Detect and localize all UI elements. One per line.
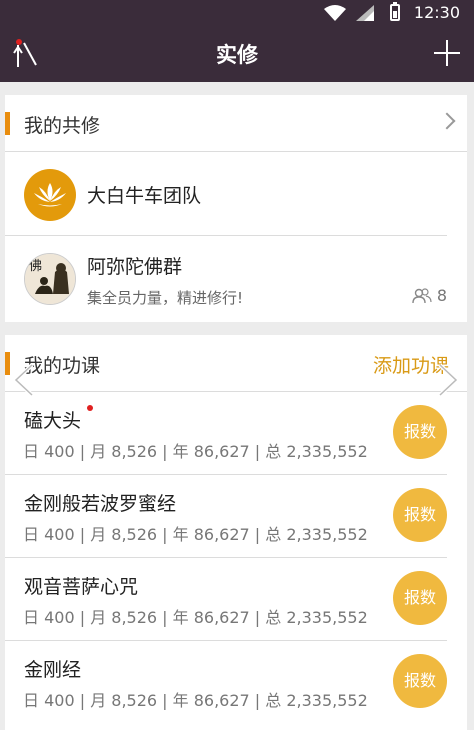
report-button[interactable]: 报数 xyxy=(393,405,447,459)
course-stats: 日 400 | 月 8,526 | 年 86,627 | 总 2,335,552 xyxy=(23,525,368,544)
status-time: 12:30 xyxy=(413,3,460,22)
unread-dot xyxy=(87,405,93,411)
section-title: 我的共修 xyxy=(24,115,101,137)
avatar-glyph: 佛 xyxy=(29,259,42,274)
shared-practice-card: 我的共修 大白牛车团队 佛 阿弥陀佛群 集全员力量，精进修行! 8 xyxy=(5,95,467,322)
group-name: 阿弥陀佛群 xyxy=(87,256,183,278)
course-item[interactable]: 金刚经 日 400 | 月 8,526 | 年 86,627 | 总 2,335… xyxy=(5,641,447,724)
member-count-value: 8 xyxy=(436,286,447,305)
course-stats: 日 400 | 月 8,526 | 年 86,627 | 总 2,335,552 xyxy=(23,442,368,461)
section-accent xyxy=(5,112,10,135)
members-icon xyxy=(412,287,432,303)
course-name: 金刚经 xyxy=(24,659,82,681)
course-stats: 日 400 | 月 8,526 | 年 86,627 | 总 2,335,552 xyxy=(23,608,368,627)
courses-header: 我的功课 添加功课 xyxy=(5,335,467,392)
add-icon[interactable] xyxy=(434,40,460,66)
app-header: 实修 xyxy=(0,25,474,82)
report-button[interactable]: 报数 xyxy=(393,571,447,625)
group-description: 集全员力量，精进修行! xyxy=(87,289,244,307)
course-name: 金刚般若波罗蜜经 xyxy=(24,493,177,515)
group-item[interactable]: 大白牛车团队 xyxy=(5,152,447,236)
report-button[interactable]: 报数 xyxy=(393,654,447,708)
arrow-left-icon[interactable] xyxy=(12,363,36,397)
arrow-right-icon[interactable] xyxy=(436,363,460,397)
course-name: 观音菩萨心咒 xyxy=(24,576,139,598)
group-name: 大白牛车团队 xyxy=(87,185,202,207)
course-item[interactable]: 金刚般若波罗蜜经 日 400 | 月 8,526 | 年 86,627 | 总 … xyxy=(5,475,447,558)
section-accent xyxy=(5,352,10,375)
lotus-icon xyxy=(34,183,66,207)
battery-icon xyxy=(390,4,400,21)
course-stats: 日 400 | 月 8,526 | 年 86,627 | 总 2,335,552 xyxy=(23,691,368,710)
signal-icon xyxy=(356,5,374,21)
shared-practice-header[interactable]: 我的共修 xyxy=(5,95,467,152)
courses-card: 我的功课 添加功课 磕大头 日 400 | 月 8,526 | 年 86,627… xyxy=(5,335,467,730)
avatar: 佛 xyxy=(24,253,76,305)
buddha-image-icon: 佛 xyxy=(25,254,75,304)
course-item[interactable]: 磕大头 日 400 | 月 8,526 | 年 86,627 | 总 2,335… xyxy=(5,392,447,475)
chevron-right-icon[interactable] xyxy=(438,112,456,130)
course-name: 磕大头 xyxy=(24,410,82,432)
wifi-icon xyxy=(324,5,346,21)
report-button[interactable]: 报数 xyxy=(393,488,447,542)
group-item[interactable]: 佛 阿弥陀佛群 集全员力量，精进修行! 8 xyxy=(5,236,467,320)
page-title: 实修 xyxy=(216,43,258,67)
avatar xyxy=(24,169,76,221)
status-bar: 12:30 xyxy=(0,0,474,25)
member-count: 8 xyxy=(412,286,447,305)
course-item[interactable]: 观音菩萨心咒 日 400 | 月 8,526 | 年 86,627 | 总 2,… xyxy=(5,558,447,641)
